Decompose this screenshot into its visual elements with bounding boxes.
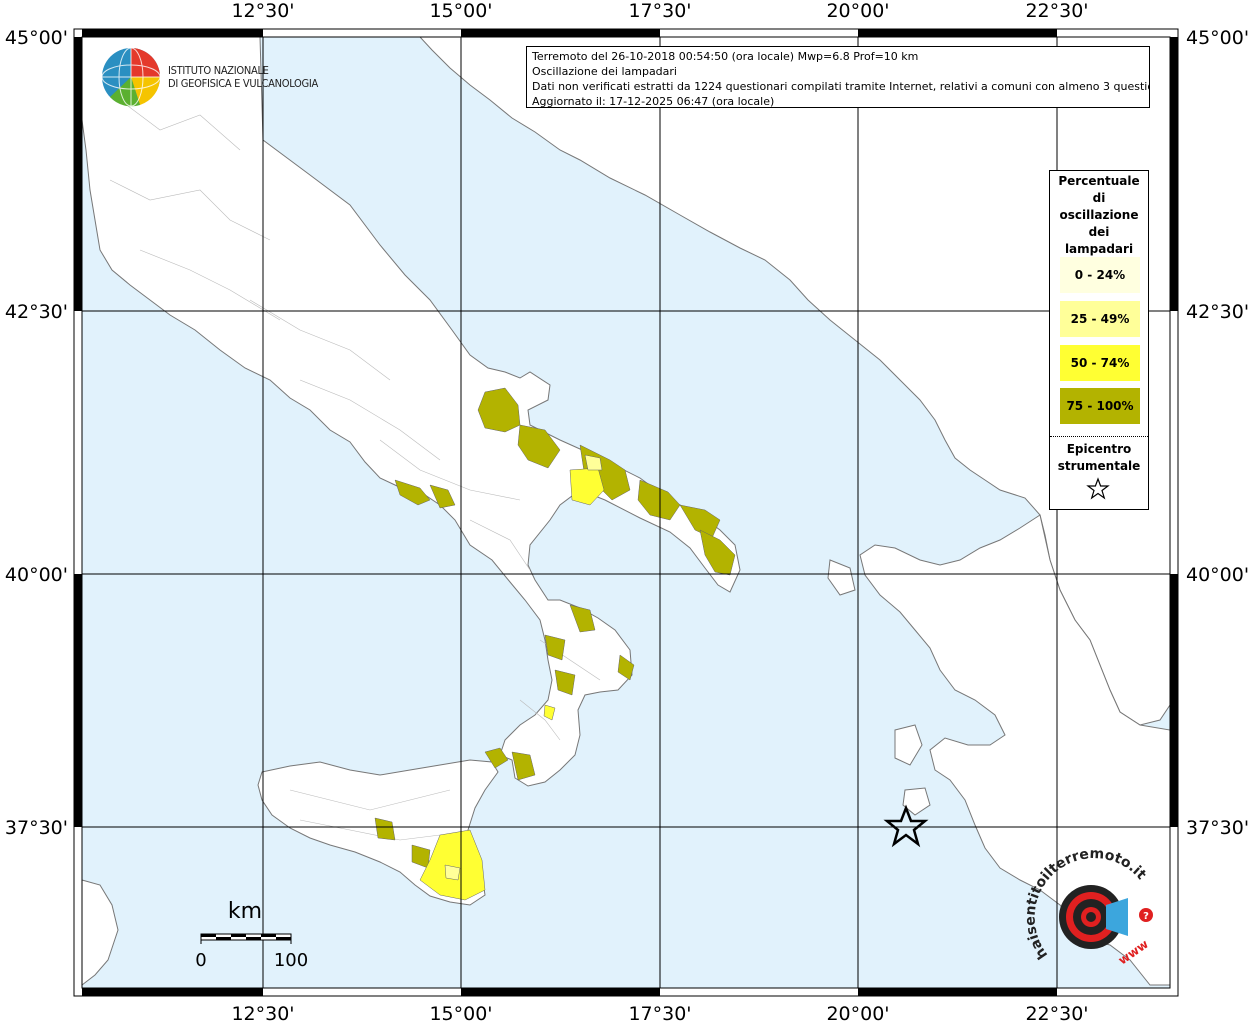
lon-label-top: 12°30' <box>231 0 294 22</box>
ingv-logo-text: ISTITUTO NAZIONALE DI GEOFISICA E VULCAN… <box>168 64 318 90</box>
legend-class-75-100: 75 - 100% <box>1060 388 1140 424</box>
legend: Percentuale di oscillazione dei lampadar… <box>1049 170 1149 510</box>
lon-label-bottom: 12°30' <box>231 1003 294 1024</box>
lat-label-left: 40°00' <box>5 564 68 586</box>
lat-label-right: 37°30' <box>1186 817 1249 839</box>
lat-label-right: 42°30' <box>1186 301 1249 323</box>
latitude-labels-right: 45°00' 42°30' 40°00' 37°30' <box>1186 27 1249 839</box>
event-title: Terremoto del 26-10-2018 00:54:50 (ora l… <box>532 50 919 63</box>
legend-title: Percentuale di oscillazione dei lampadar… <box>1050 171 1148 258</box>
lon-label-bottom: 17°30' <box>628 1003 691 1024</box>
legend-title-line: Percentuale <box>1058 174 1140 188</box>
latitude-labels-left: 45°00' 42°30' 40°00' 37°30' <box>5 27 68 839</box>
legend-class-0-24: 0 - 24% <box>1060 257 1140 293</box>
lon-label-bottom: 15°00' <box>429 1003 492 1024</box>
lat-label-right: 45°00' <box>1186 27 1249 49</box>
legend-epicenter-line: strumentale <box>1057 459 1141 473</box>
scale-start: 0 <box>195 950 206 971</box>
ingv-org-line2: DI GEOFISICA E VULCANOLOGIA <box>168 77 318 90</box>
lon-label-top: 22°30' <box>1025 0 1088 22</box>
haisentito-mark: ? <box>1143 911 1149 922</box>
ingv-org-line1: ISTITUTO NAZIONALE <box>168 64 269 77</box>
longitude-labels-bottom: 12°30' 15°00' 17°30' 20°00' 22°30' <box>231 1003 1088 1024</box>
lat-label-left: 37°30' <box>5 817 68 839</box>
ingv-logo-icon <box>101 47 161 107</box>
legend-class-50-74: 50 - 74% <box>1060 345 1140 381</box>
map: 12°30' 15°00' 17°30' 20°00' 22°30' 12°30… <box>5 0 1249 1024</box>
legend-title-line: dei <box>1088 225 1110 239</box>
legend-epicenter-label: Epicentro strumentale <box>1050 441 1148 475</box>
event-data-note: Dati non verificati estratti da 1224 que… <box>532 80 1150 93</box>
event-subtitle: Oscillazione dei lampadari <box>532 65 677 78</box>
lat-label-left: 42°30' <box>5 301 68 323</box>
scale-end: 100 <box>274 950 308 971</box>
legend-class-25-49: 25 - 49% <box>1060 301 1140 337</box>
lat-label-right: 40°00' <box>1186 564 1249 586</box>
lon-label-top: 20°00' <box>826 0 889 22</box>
lat-label-left: 45°00' <box>5 27 68 49</box>
legend-title-line: di <box>1092 191 1106 205</box>
scale-unit: km <box>228 899 262 924</box>
legend-title-line: oscillazione <box>1059 208 1139 222</box>
legend-epicenter-line: Epicentro <box>1066 442 1132 456</box>
legend-divider <box>1050 436 1148 437</box>
lon-label-bottom: 22°30' <box>1025 1003 1088 1024</box>
lon-label-bottom: 20°00' <box>826 1003 889 1024</box>
legend-title-line: lampadari <box>1064 242 1134 256</box>
lon-label-top: 17°30' <box>628 0 691 22</box>
lon-label-top: 15°00' <box>429 0 492 22</box>
longitude-labels-top: 12°30' 15°00' 17°30' 20°00' 22°30' <box>231 0 1088 22</box>
event-info-box: Terremoto del 26-10-2018 00:54:50 (ora l… <box>526 46 1150 108</box>
legend-star-icon <box>1086 477 1110 500</box>
event-updated: Aggiornato il: 17-12-2025 06:47 (ora loc… <box>532 95 775 108</box>
